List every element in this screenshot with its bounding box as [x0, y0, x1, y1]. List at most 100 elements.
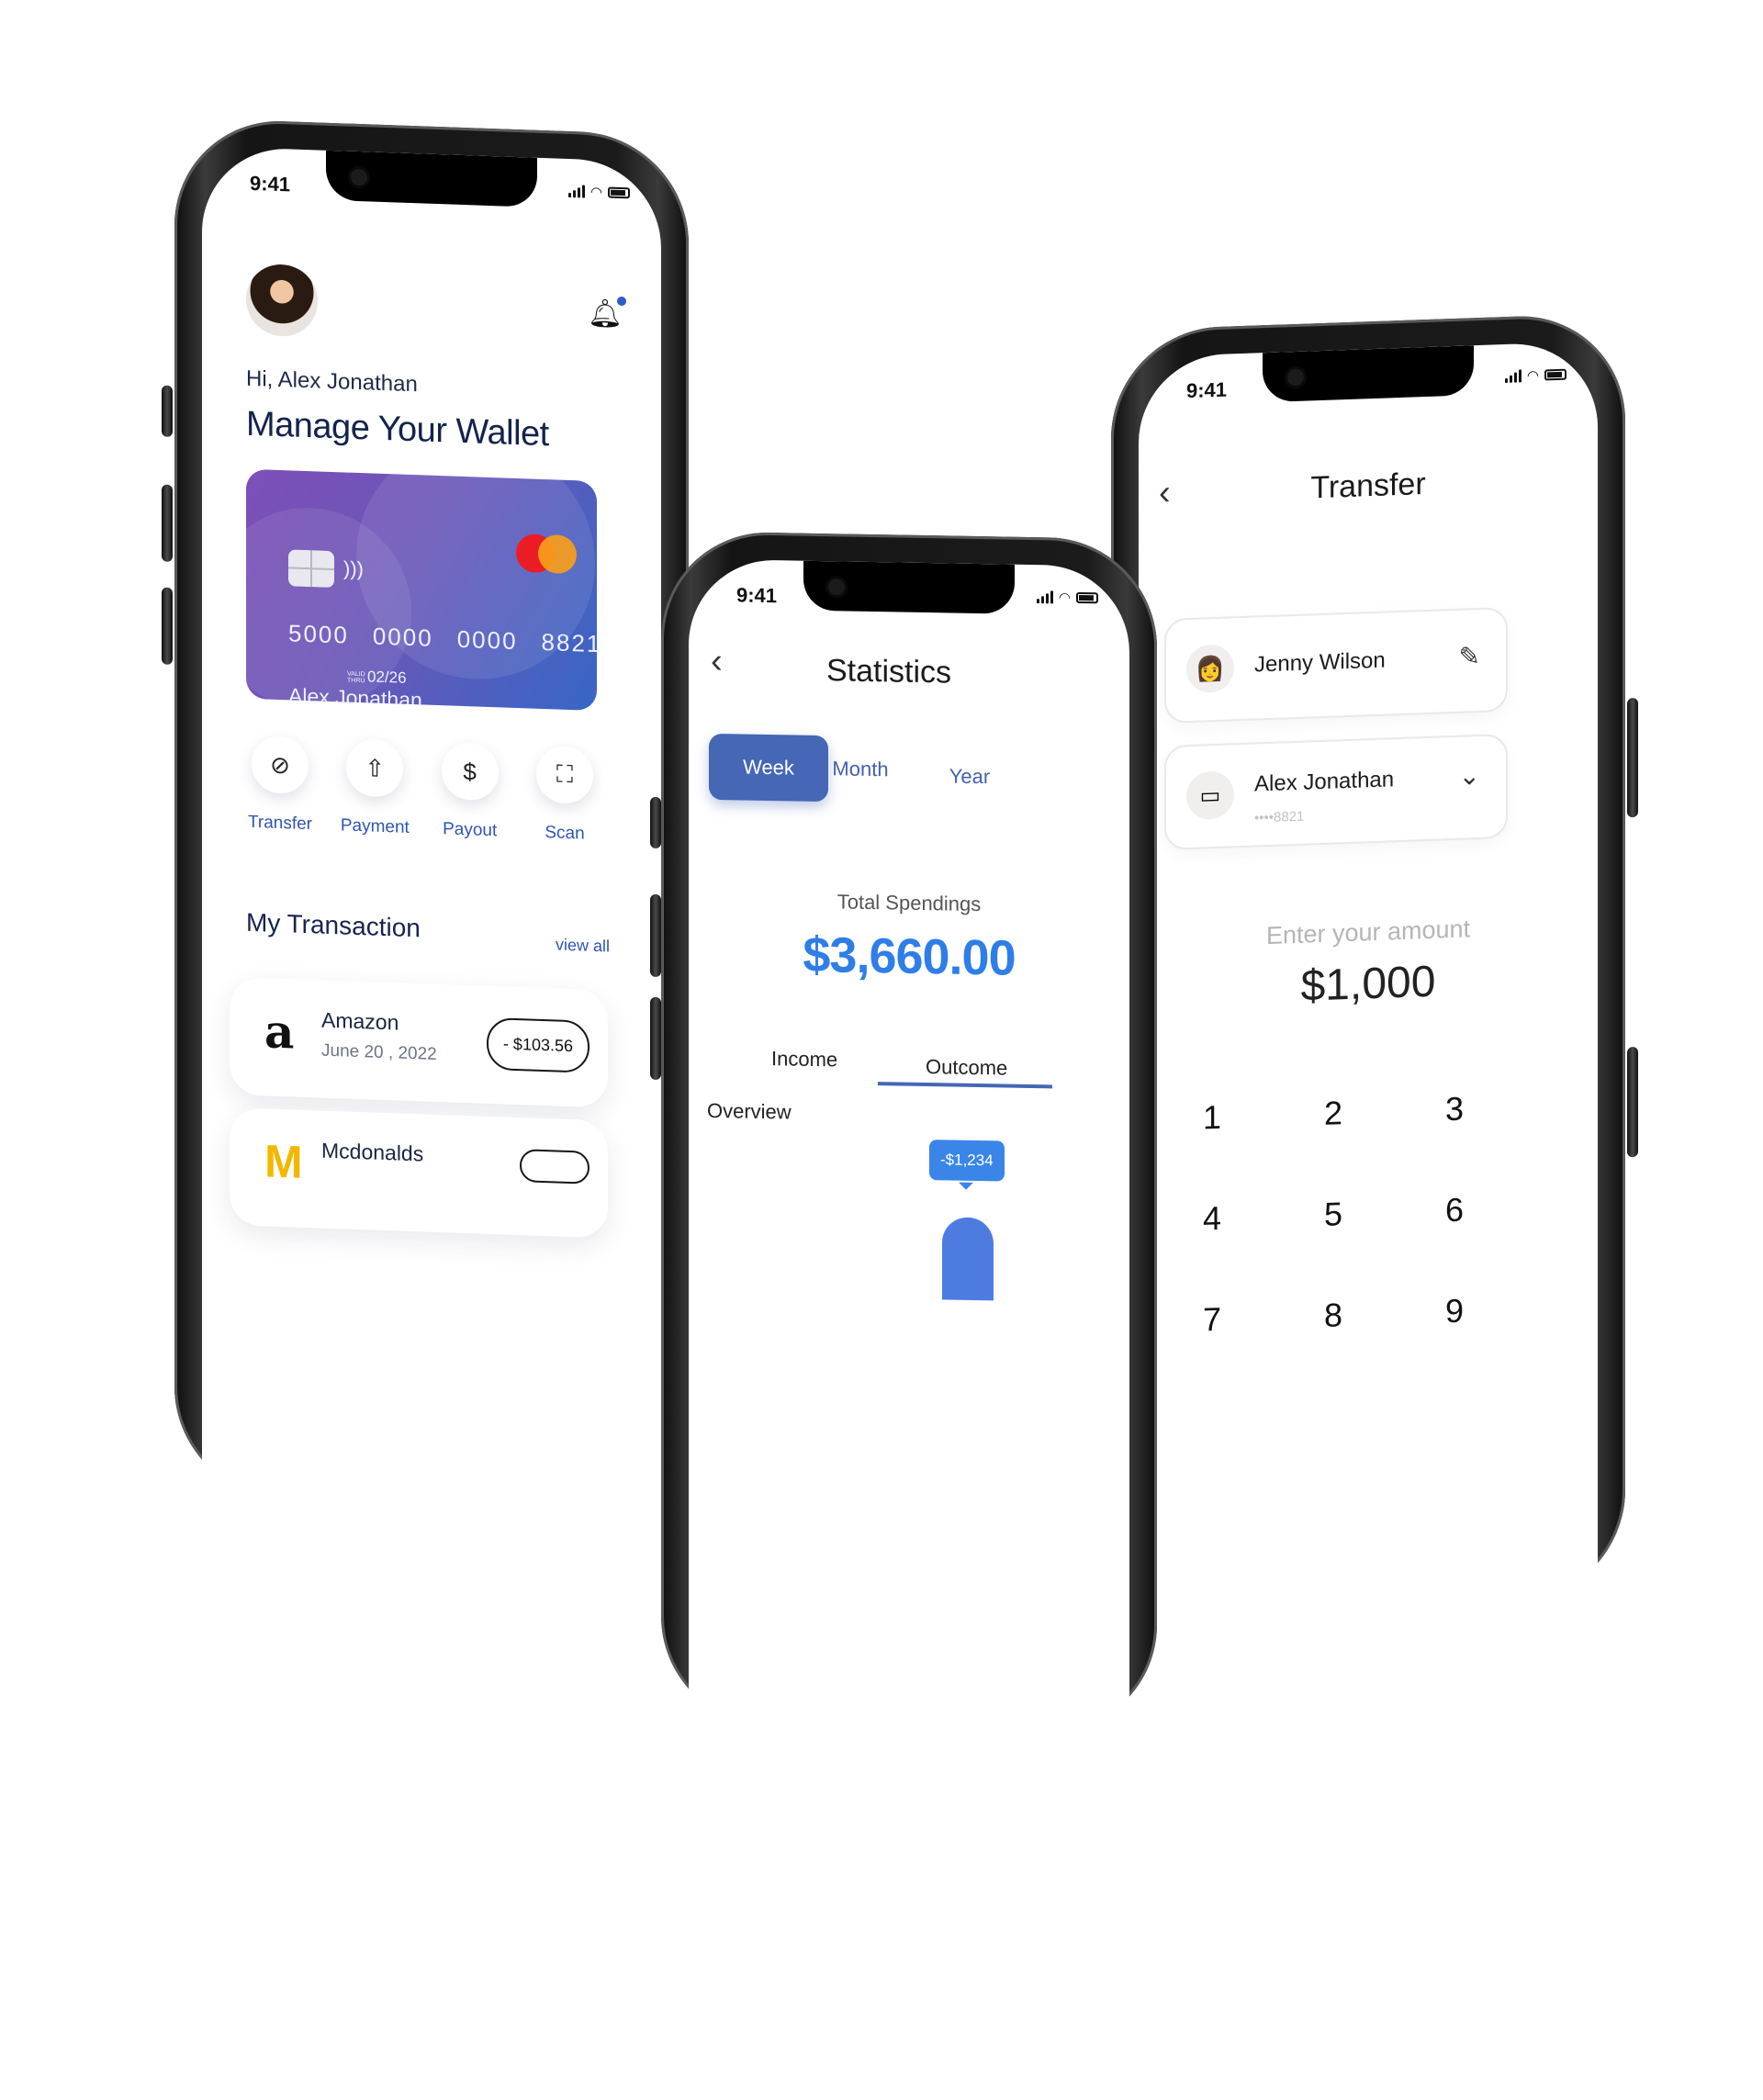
transfer-icon[interactable]: ⊘: [252, 735, 309, 795]
quick-actions: ⊘ Transfer ⇧ Payment $ Payout ⛶ Scan: [239, 735, 606, 845]
payout-action[interactable]: $ Payout: [429, 742, 511, 842]
camera-icon: [348, 165, 370, 189]
transaction-name: Amazon: [321, 1007, 399, 1035]
mcdonalds-logo: M: [264, 1135, 303, 1188]
status-time: 9:41: [1186, 377, 1228, 403]
transfer-label: Transfer: [247, 812, 313, 835]
page-title: Manage Your Wallet: [246, 404, 549, 455]
transfer-action[interactable]: ⊘ Transfer: [239, 735, 321, 835]
card-expiry: VALID THRU 02/26: [347, 668, 407, 687]
silent-switch: [162, 385, 173, 437]
transaction-amount: [520, 1149, 590, 1185]
scan-action[interactable]: ⛶ Scan: [523, 745, 606, 845]
upload-icon[interactable]: ⇧: [346, 738, 404, 798]
battery-icon: [1076, 591, 1098, 604]
wallet-phone: 9:41 ◠ 🔔︎ Hi, Alex Jonathan Manage Your …: [162, 118, 689, 1880]
recipient-name: Jenny Wilson: [1254, 647, 1386, 678]
keypad-key[interactable]: 3: [1427, 1089, 1482, 1129]
avatar[interactable]: [246, 263, 318, 338]
page-title: Transfer: [1310, 466, 1426, 506]
tab-underline: [878, 1082, 1052, 1089]
payment-label: Payment: [340, 815, 410, 837]
transfer-phone: 9:41 ◠ ‹ Transfer 👩 Jenny Wilson ✎ ▭ Ale…: [1111, 312, 1638, 1982]
side-button: [1627, 1046, 1638, 1158]
period-selector: Week Month Year: [709, 733, 1012, 805]
wifi-icon: ◠: [1526, 367, 1539, 385]
transaction-amount: - $103.56: [486, 1016, 590, 1073]
chip-icon: [288, 549, 334, 589]
flow-tabs: Income Outcome: [744, 1047, 1038, 1079]
payout-label: Payout: [443, 819, 498, 841]
tab-income[interactable]: Income: [771, 1047, 837, 1072]
keypad-key[interactable]: 2: [1306, 1094, 1361, 1134]
amount-value[interactable]: $1,000: [1139, 950, 1598, 1016]
camera-icon: [825, 576, 848, 599]
chart-bar[interactable]: [942, 1217, 994, 1301]
total-value: $3,660.00: [803, 926, 1016, 986]
transaction-row[interactable]: a Amazon June 20 , 2022 - $103.56: [230, 977, 608, 1108]
transaction-row[interactable]: M Mcdonalds: [230, 1107, 608, 1239]
notch: [803, 560, 1015, 614]
payout-icon[interactable]: $: [441, 742, 499, 802]
credit-card[interactable]: ))) 5000 0000 0000 8821 VALID THRU 02/26 …: [246, 468, 597, 712]
page-title: Statistics: [826, 653, 952, 691]
keypad-key[interactable]: 6: [1427, 1190, 1482, 1230]
scan-label: Scan: [545, 823, 585, 844]
keypad: 1 2 3 4 5 6 7 8 9: [1139, 1084, 1598, 1339]
volume-up-button: [162, 484, 173, 562]
amount-label: Enter your amount: [1265, 915, 1471, 950]
back-icon[interactable]: ‹: [711, 642, 723, 681]
edit-icon[interactable]: ✎: [1459, 641, 1480, 672]
tab-month[interactable]: Month: [828, 736, 893, 803]
battery-icon: [608, 186, 630, 199]
card-holder: Alex Jonathan: [288, 683, 422, 712]
keypad-key[interactable]: 1: [1185, 1097, 1240, 1138]
greeting: Hi, Alex Jonathan: [246, 365, 418, 398]
source-account-number: ••••8821: [1254, 808, 1305, 826]
contactless-icon: ))): [343, 556, 364, 581]
view-all-link[interactable]: view all: [556, 935, 610, 956]
wifi-icon: ◠: [1058, 590, 1071, 606]
transaction-name: Mcdonalds: [321, 1138, 424, 1166]
status-icons: ◠: [1504, 366, 1566, 385]
mastercard-logo: [516, 533, 577, 575]
wifi-icon: ◠: [590, 184, 602, 201]
transfer-screen: 9:41 ◠ ‹ Transfer 👩 Jenny Wilson ✎ ▭ Ale…: [1139, 341, 1598, 1982]
card-number: 5000 0000 0000 8821: [288, 619, 597, 658]
power-button: [1627, 697, 1638, 818]
notch: [1263, 345, 1474, 403]
keypad-key[interactable]: 7: [1185, 1299, 1240, 1340]
source-account-name: Alex Jonathan: [1254, 767, 1395, 797]
tab-outcome[interactable]: Outcome: [926, 1055, 1007, 1081]
source-account-field[interactable]: ▭ Alex Jonathan ••••8821 ⌄: [1164, 733, 1508, 850]
status-time: 9:41: [736, 583, 778, 608]
transaction-date: June 20 , 2022: [321, 1040, 437, 1064]
battery-icon: [1544, 368, 1566, 381]
overview-label: Overview: [707, 1098, 792, 1124]
payment-action[interactable]: ⇧ Payment: [333, 738, 416, 838]
notification-dot: [617, 296, 626, 307]
total-label: Total Spendings: [837, 890, 982, 916]
volume-down-button: [162, 587, 173, 665]
recipient-field[interactable]: 👩 Jenny Wilson ✎: [1164, 606, 1508, 724]
wallet-screen: 9:41 ◠ 🔔︎ Hi, Alex Jonathan Manage Your …: [202, 146, 661, 1880]
silent-switch: [650, 796, 661, 848]
keypad-key[interactable]: 4: [1185, 1198, 1240, 1239]
keypad-key[interactable]: 8: [1306, 1296, 1361, 1336]
tab-week[interactable]: Week: [709, 733, 828, 803]
chevron-down-icon[interactable]: ⌄: [1459, 760, 1480, 792]
keypad-key[interactable]: 5: [1306, 1195, 1361, 1235]
keypad-key[interactable]: 9: [1427, 1291, 1482, 1331]
camera-icon: [1285, 365, 1307, 389]
recipient-avatar: 👩: [1186, 644, 1234, 694]
signal-icon: [1036, 590, 1053, 604]
signal-icon: [567, 185, 585, 198]
signal-icon: [1504, 369, 1522, 384]
transactions-title: My Transaction: [246, 907, 421, 943]
status-time: 9:41: [250, 171, 291, 197]
statistics-phone: 9:41 ◠ ‹ Statistics Week Month Year Tota…: [650, 531, 1157, 2100]
card-icon: ▭: [1186, 770, 1234, 821]
chart-tooltip: -$1,234: [929, 1140, 1005, 1182]
tab-year[interactable]: Year: [942, 743, 997, 810]
scan-icon[interactable]: ⛶: [535, 745, 593, 804]
